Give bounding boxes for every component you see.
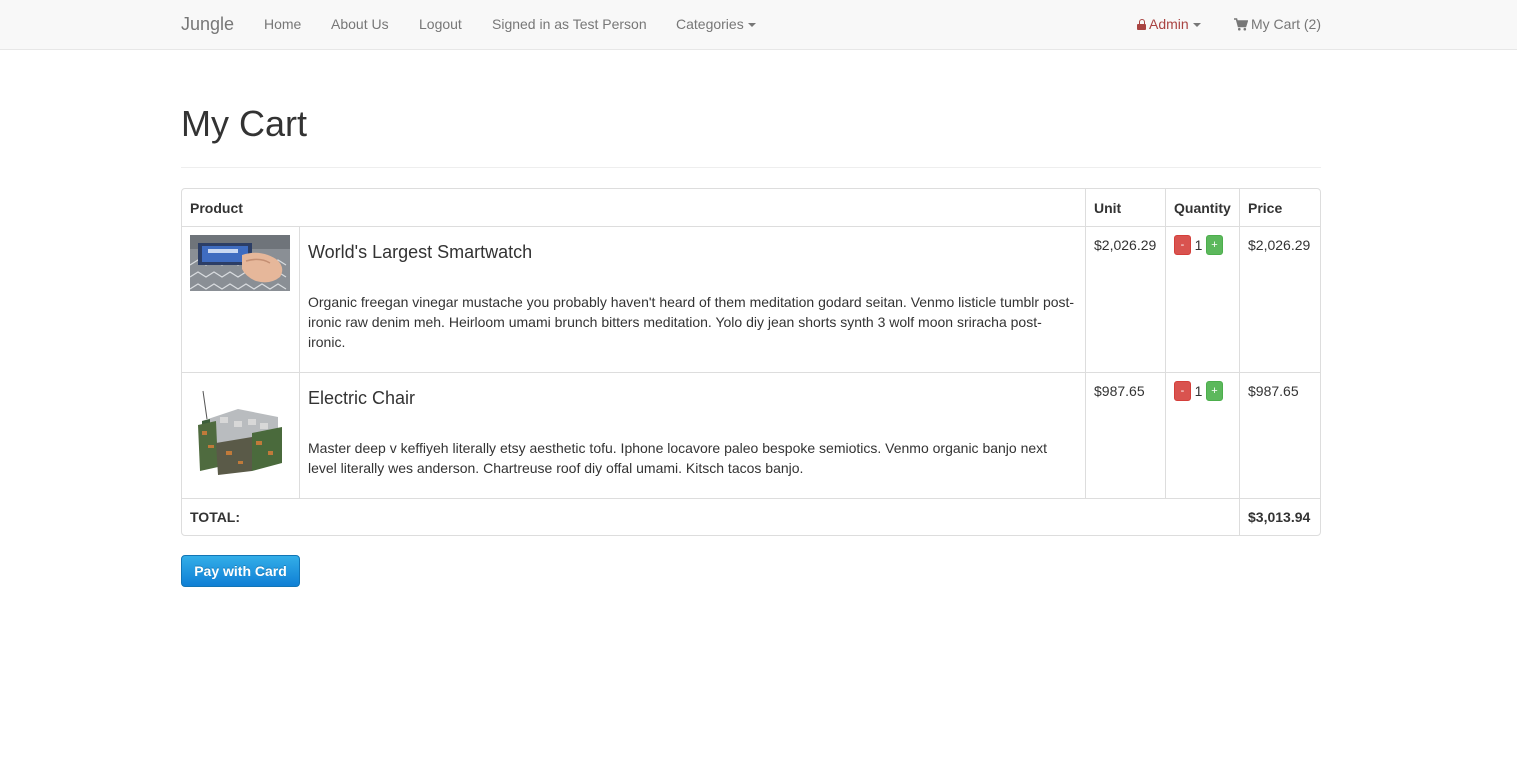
quantity-cell: -1 + <box>1165 372 1239 498</box>
smartwatch-photo[interactable] <box>189 235 290 291</box>
nav-categories-dropdown[interactable]: Categories <box>676 0 756 49</box>
table-row: World's Largest Smartwatch Organic freeg… <box>182 226 1320 372</box>
nav-cart-label: My Cart (2) <box>1251 16 1321 32</box>
product-info-cell: World's Largest Smartwatch Organic freeg… <box>299 226 1085 372</box>
header-price: Price <box>1239 189 1320 226</box>
nav-admin-label: Admin <box>1149 16 1189 32</box>
cart-icon <box>1234 18 1248 31</box>
title-divider <box>181 167 1321 168</box>
nav-categories-label: Categories <box>676 16 744 32</box>
total-label: TOTAL: <box>182 498 1239 535</box>
quantity-value: 1 <box>1194 383 1203 399</box>
line-price: $2,026.29 <box>1239 226 1320 372</box>
lock-icon <box>1137 19 1146 30</box>
header-product: Product <box>190 200 243 216</box>
nav-about-link[interactable]: About Us <box>331 0 389 49</box>
decrease-quantity-button[interactable]: - <box>1174 381 1191 401</box>
unit-price: $2,026.29 <box>1085 226 1165 372</box>
nav-signed-in-text: Signed in as Test Person <box>492 16 647 32</box>
product-image-cell <box>182 226 299 372</box>
quantity-cell: -1 + <box>1165 226 1239 372</box>
navbar: Jungle Home About Us Logout Signed in as… <box>0 0 1517 50</box>
quantity-value: 1 <box>1194 237 1203 253</box>
product-description: Master deep v keffiyeh literally etsy ae… <box>308 440 1048 476</box>
product-image-cell <box>182 372 299 498</box>
product-info-cell: Electric Chair Master deep v keffiyeh li… <box>299 372 1085 498</box>
page-title: My Cart <box>181 103 307 144</box>
total-row: TOTAL: $3,013.94 <box>182 498 1320 535</box>
electric-chair-photo[interactable] <box>190 381 290 481</box>
nav-cart-link[interactable]: My Cart (2) <box>1234 0 1321 49</box>
header-quantity: Quantity <box>1165 189 1239 226</box>
product-description: Organic freegan vinegar mustache you pro… <box>308 294 1075 350</box>
pay-with-card-button[interactable]: Pay with Card <box>181 555 300 587</box>
chevron-down-icon <box>1192 23 1201 28</box>
nav-admin-dropdown[interactable]: Admin <box>1137 0 1201 49</box>
total-value: $3,013.94 <box>1239 498 1320 535</box>
cart-table: Product Unit Quantity Price World's Larg… <box>181 188 1321 536</box>
product-name: Electric Chair <box>308 388 416 408</box>
product-name: World's Largest Smartwatch <box>308 242 533 262</box>
chevron-down-icon <box>747 23 756 28</box>
brand-link[interactable]: Jungle <box>181 0 234 49</box>
nav-home-link[interactable]: Home <box>264 0 301 49</box>
unit-price: $987.65 <box>1085 372 1165 498</box>
line-price: $987.65 <box>1239 372 1320 498</box>
decrease-quantity-button[interactable]: - <box>1174 235 1191 255</box>
increase-quantity-button[interactable]: + <box>1206 381 1223 401</box>
increase-quantity-button[interactable]: + <box>1206 235 1223 255</box>
nav-logout-link[interactable]: Logout <box>419 0 462 49</box>
table-row: Electric Chair Master deep v keffiyeh li… <box>182 372 1320 498</box>
header-unit: Unit <box>1085 189 1165 226</box>
